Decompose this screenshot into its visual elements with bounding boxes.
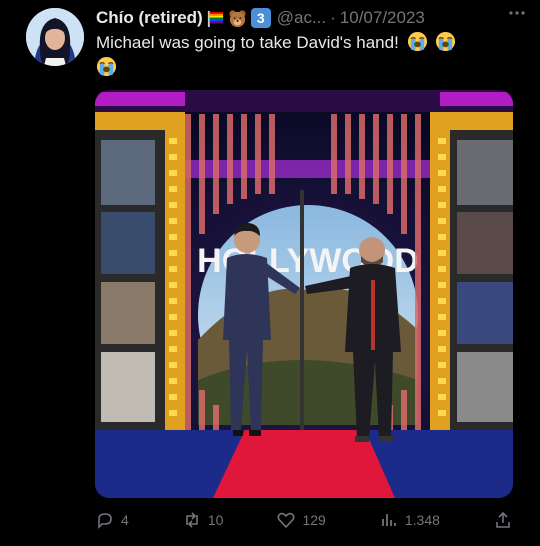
retweet-icon xyxy=(186,512,198,528)
tweet-text: Michael was going to take David's hand! xyxy=(96,30,516,80)
bear-emoji xyxy=(229,9,246,27)
timestamp[interactable]: 10/07/2023 xyxy=(340,8,425,28)
avatar-image xyxy=(26,8,84,66)
separator-dot: · xyxy=(330,8,336,27)
tweet-header: Chío (retired) 3 @ac... · 10/07/2023 xyxy=(96,6,526,30)
tweet-media[interactable]: HOLLYWOOD xyxy=(95,90,513,498)
views-button[interactable]: 1.348 xyxy=(379,510,440,530)
tweet-actions: 4 10 129 1.348 xyxy=(95,506,513,534)
share-icon xyxy=(496,511,510,528)
reply-icon xyxy=(98,513,112,529)
reply-count: 4 xyxy=(121,512,129,528)
handle[interactable]: @ac... xyxy=(277,8,326,28)
keycap-3-emoji: 3 xyxy=(250,8,271,28)
loudly-crying-face-emoji xyxy=(96,56,117,77)
tweet-text-body: Michael was going to take David's hand! xyxy=(96,33,399,52)
reply-button[interactable]: 4 xyxy=(95,510,129,530)
share-button[interactable] xyxy=(493,510,513,530)
like-icon xyxy=(277,512,296,529)
display-name[interactable]: Chío (retired) xyxy=(96,8,203,28)
avatar[interactable] xyxy=(26,8,84,66)
like-button[interactable]: 129 xyxy=(276,510,326,530)
retweet-button[interactable]: 10 xyxy=(182,510,224,530)
rainbow-flag-emoji xyxy=(207,10,223,27)
loudly-crying-face-emoji xyxy=(407,31,427,52)
stage-video-frame: HOLLYWOOD xyxy=(95,90,513,498)
views-count: 1.348 xyxy=(404,512,440,528)
retweet-count: 10 xyxy=(207,512,224,528)
like-count: 129 xyxy=(302,512,326,528)
views-icon xyxy=(381,514,396,526)
more-icon[interactable] xyxy=(508,4,526,27)
loudly-crying-face-emoji xyxy=(436,31,456,52)
